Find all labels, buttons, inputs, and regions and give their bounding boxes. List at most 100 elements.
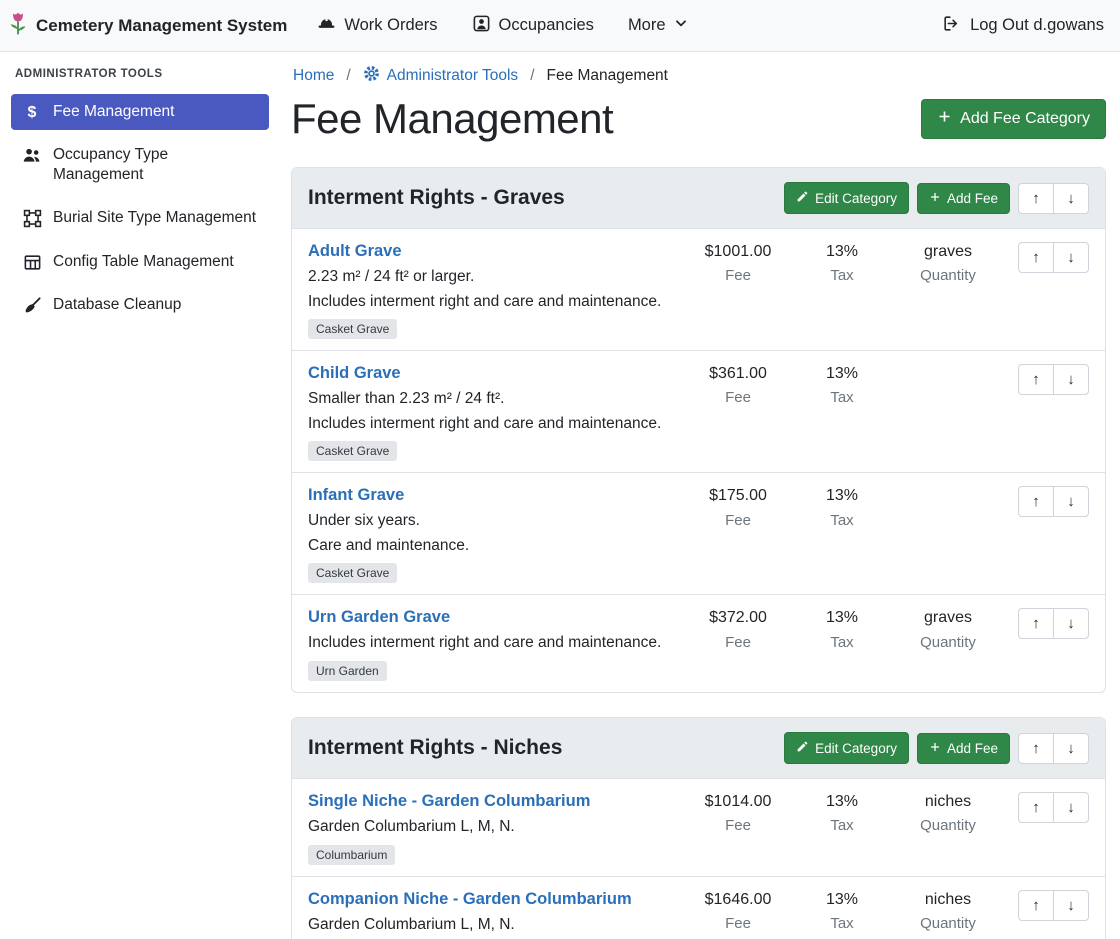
breadcrumb-admin-tools-link[interactable]: Administrator Tools: [363, 65, 519, 87]
fee-quantity-label: Quantity: [892, 916, 1004, 933]
fee-name-link[interactable]: Urn Garden Grave: [308, 608, 450, 627]
fee-row: Urn Garden Grave Includes interment righ…: [292, 594, 1105, 692]
move-fee-down-button[interactable]: ↓: [1053, 242, 1089, 273]
move-category-down-button[interactable]: ↓: [1053, 183, 1089, 214]
move-fee-up-button[interactable]: ↑: [1018, 792, 1054, 823]
move-fee-down-button[interactable]: ↓: [1053, 608, 1089, 639]
move-fee-up-button[interactable]: ↑: [1018, 242, 1054, 273]
fee-amount-label: Fee: [684, 268, 792, 285]
move-category-down-button[interactable]: ↓: [1053, 733, 1089, 764]
sidebar-item-fee-management[interactable]: $ Fee Management: [11, 94, 269, 130]
fee-quantity-label: Quantity: [892, 635, 1004, 652]
fee-name-link[interactable]: Single Niche - Garden Columbarium: [308, 792, 590, 811]
breadcrumb-current: Fee Management: [547, 67, 669, 85]
people-icon: [21, 146, 43, 164]
fee-amount: $1014.00: [684, 792, 792, 811]
fee-amount-label: Fee: [684, 390, 792, 407]
sidebar-item-occupancy-type-management[interactable]: Occupancy Type Management: [11, 137, 269, 193]
fee-amount: $372.00: [684, 608, 792, 627]
fee-amount: $1001.00: [684, 242, 792, 261]
pencil-icon: [796, 740, 809, 756]
fee-quantity: niches: [892, 792, 1004, 811]
plus-icon: [929, 741, 941, 756]
chevron-down-icon: [674, 16, 688, 35]
sidebar-item-burial-site-type-management[interactable]: Burial Site Type Management: [11, 200, 269, 236]
fee-quantity: graves: [892, 242, 1004, 261]
fee-name-link[interactable]: Infant Grave: [308, 486, 404, 505]
fee-tax: 13%: [792, 242, 892, 261]
move-fee-up-button[interactable]: ↑: [1018, 364, 1054, 395]
sidebar-heading: ADMINISTRATOR TOOLS: [15, 68, 265, 80]
sidebar-item-label: Fee Management: [53, 102, 175, 122]
move-fee-down-button[interactable]: ↓: [1053, 890, 1089, 921]
fee-quantity: graves: [892, 608, 1004, 627]
fee-amount-column: $361.00 Fee: [684, 364, 792, 407]
fee-description: Includes interment right and care and ma…: [308, 415, 674, 434]
breadcrumb-separator: /: [346, 67, 350, 85]
fee-type-badge: Casket Grave: [308, 319, 397, 339]
edit-category-button[interactable]: Edit Category: [784, 182, 909, 214]
fee-quantity-column: graves Quantity: [892, 608, 1004, 651]
title-row: Fee Management Add Fee Category: [291, 95, 1106, 143]
fee-description: Includes interment right and care and ma…: [308, 634, 674, 653]
fee-name-link[interactable]: Adult Grave: [308, 242, 402, 261]
logout-link[interactable]: Log Out d.gowans: [942, 14, 1104, 38]
sidebar-item-database-cleanup[interactable]: Database Cleanup: [11, 287, 269, 323]
fee-row: Child Grave Smaller than 2.23 m² / 24 ft…: [292, 350, 1105, 472]
fee-description: Garden Columbarium L, M, N.: [308, 818, 674, 837]
fee-quantity-column: [892, 364, 1004, 371]
category-title: Interment Rights - Graves: [308, 186, 565, 210]
fee-tax: 13%: [792, 890, 892, 909]
move-fee-down-button[interactable]: ↓: [1053, 792, 1089, 823]
move-fee-down-button[interactable]: ↓: [1053, 486, 1089, 517]
fee-tax-label: Tax: [792, 916, 892, 933]
sidebar-item-label: Occupancy Type Management: [53, 145, 259, 185]
nav-occupancies[interactable]: Occupancies: [472, 14, 594, 38]
category-reorder-group: ↑ ↓: [1018, 733, 1089, 764]
breadcrumb-home-link[interactable]: Home: [293, 67, 334, 85]
add-fee-button[interactable]: Add Fee: [917, 733, 1010, 764]
fee-type-badge: Casket Grave: [308, 441, 397, 461]
box-arrow-right-icon: [942, 14, 961, 38]
fee-amount-column: $1001.00 Fee: [684, 242, 792, 285]
nav-work-orders-label: Work Orders: [344, 16, 437, 35]
fee-name-link[interactable]: Companion Niche - Garden Columbarium: [308, 890, 632, 909]
fee-amount: $175.00: [684, 486, 792, 505]
page-title: Fee Management: [291, 95, 613, 143]
add-fee-button[interactable]: Add Fee: [917, 183, 1010, 214]
add-fee-category-button[interactable]: Add Fee Category: [921, 99, 1106, 139]
hard-hat-icon: [317, 14, 336, 38]
category-actions: Edit Category Add Fee ↑ ↓: [784, 182, 1089, 214]
sidebar-item-label: Burial Site Type Management: [53, 208, 256, 228]
tulip-icon: [8, 11, 28, 41]
fee-quantity-column: [892, 486, 1004, 493]
category-card-graves: Interment Rights - Graves Edit Category …: [291, 167, 1106, 693]
move-fee-up-button[interactable]: ↑: [1018, 486, 1054, 517]
move-fee-down-button[interactable]: ↓: [1053, 364, 1089, 395]
fee-tax-label: Tax: [792, 513, 892, 530]
fee-amount: $361.00: [684, 364, 792, 383]
move-category-up-button[interactable]: ↑: [1018, 733, 1054, 764]
sidebar-item-config-table-management[interactable]: Config Table Management: [11, 244, 269, 280]
brand[interactable]: Cemetery Management System: [8, 11, 287, 41]
fee-name-link[interactable]: Child Grave: [308, 364, 401, 383]
fee-tax-column: 13% Tax: [792, 792, 892, 835]
top-navbar: Cemetery Management System Work Orders: [0, 0, 1120, 52]
fee-details: Single Niche - Garden Columbarium Garden…: [308, 792, 684, 865]
edit-category-button[interactable]: Edit Category: [784, 732, 909, 764]
fee-amount-label: Fee: [684, 635, 792, 652]
page-layout: ADMINISTRATOR TOOLS $ Fee Management Occ…: [0, 52, 1120, 939]
move-category-up-button[interactable]: ↑: [1018, 183, 1054, 214]
broom-icon: [21, 296, 43, 315]
nav-work-orders[interactable]: Work Orders: [317, 14, 437, 38]
add-fee-category-label: Add Fee Category: [960, 110, 1090, 128]
vector-square-icon: [21, 209, 43, 228]
move-fee-up-button[interactable]: ↑: [1018, 890, 1054, 921]
fee-amount-column: $175.00 Fee: [684, 486, 792, 529]
fee-type-badge: Casket Grave: [308, 563, 397, 583]
add-fee-label: Add Fee: [947, 191, 998, 206]
nav-more[interactable]: More: [628, 16, 688, 35]
fee-description: Smaller than 2.23 m² / 24 ft².: [308, 390, 674, 409]
move-fee-up-button[interactable]: ↑: [1018, 608, 1054, 639]
fee-amount-column: $1014.00 Fee: [684, 792, 792, 835]
